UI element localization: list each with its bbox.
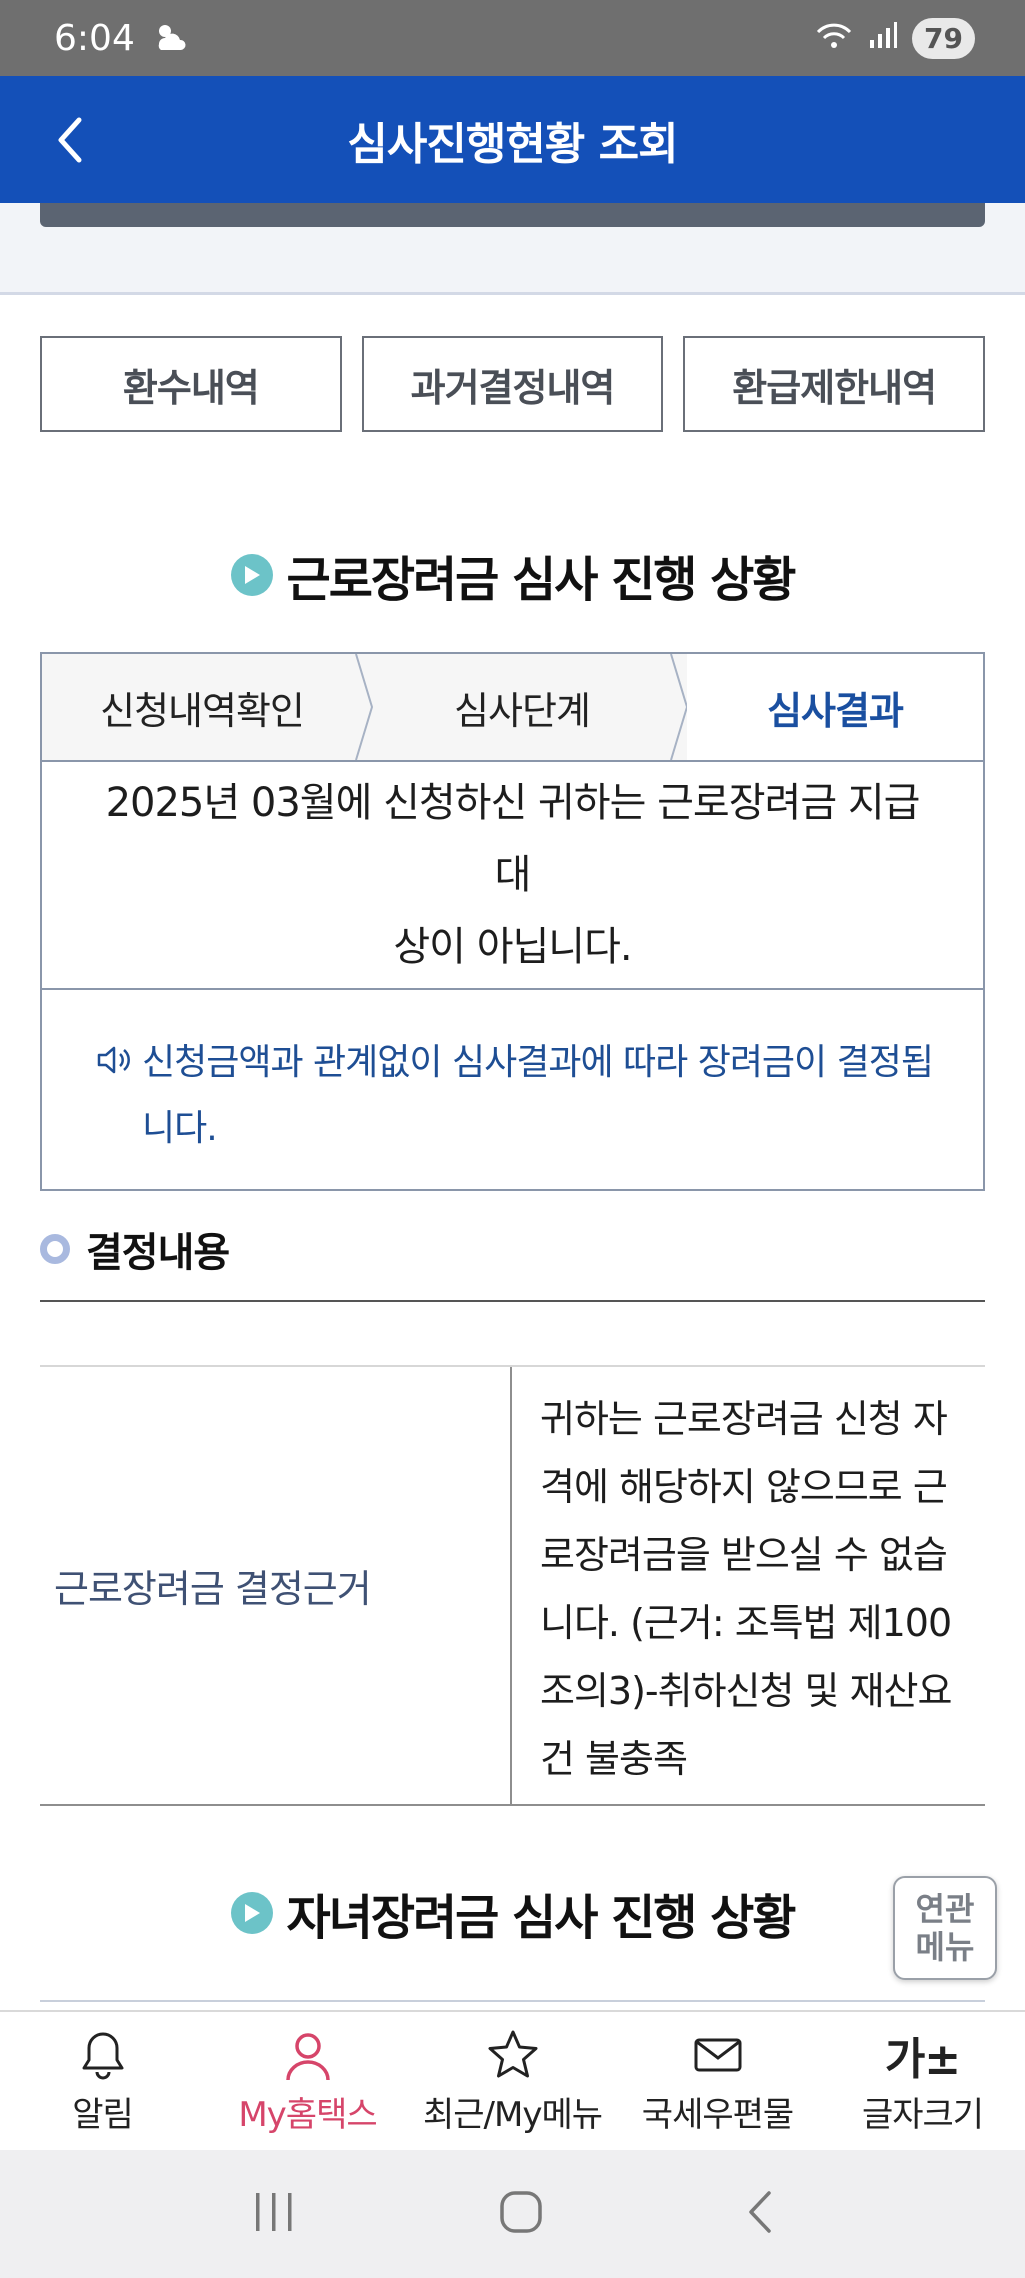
collapsed-panel (40, 203, 985, 227)
decision-basis-value: 귀하는 근로장려금 신청 자격에 해당하지 않으므로 근로장려금을 받으실 수 … (540, 1397, 952, 1781)
decision-basis-label: 근로장려금 결정근거 (40, 1367, 512, 1804)
play-circle-icon (230, 554, 273, 596)
step-review[interactable]: 심사단계 (372, 654, 672, 760)
play-circle-icon (230, 1892, 273, 1934)
notice-box: 신청금액과 관계없이 심사결과에 따라 장려금이 결정됩니다. (40, 988, 985, 1191)
signal-icon (868, 20, 898, 57)
nav-font-size[interactable]: 가± 글자크기 (820, 2012, 1025, 2150)
bottom-navigation: 알림 My홈택스 최근/My메뉴 국세우편물 가± 글자크기 (0, 2010, 1025, 2150)
refund-limit-button[interactable]: 환급제한내역 (683, 336, 986, 432)
divider (40, 1300, 985, 1302)
nav-tax-mail[interactable]: 국세우편물 (615, 2012, 820, 2150)
page-title: 심사진행현황 조회 (347, 118, 678, 170)
weather-icon (153, 18, 187, 59)
earned-section-title: 근로장려금 심사 진행 상황 (0, 542, 1025, 608)
app-header: 심사진행현황 조회 (0, 76, 1025, 203)
recovery-history-button[interactable]: 환수내역 (40, 336, 342, 432)
child-section-title: 자녀장려금 심사 진행 상황 (0, 1880, 1025, 1946)
step-application-check[interactable]: 신청내역확인 (42, 654, 362, 760)
wifi-icon (814, 20, 854, 57)
ring-bullet-icon (40, 1234, 70, 1264)
star-icon (486, 2027, 540, 2083)
font-size-icon: 가± (884, 2033, 961, 2085)
recent-apps-icon[interactable] (251, 2191, 297, 2237)
back-button[interactable] (40, 108, 100, 172)
related-menu-button[interactable]: 연관 메뉴 (893, 1876, 997, 1980)
history-buttons: 환수내역 과거결정내역 환급제한내역 (40, 336, 986, 432)
step-result[interactable]: 심사결과 (687, 654, 983, 760)
battery-indicator: 79 (912, 17, 975, 59)
back-nav-icon[interactable] (745, 2189, 775, 2239)
speaker-icon (96, 1030, 132, 1189)
system-navigation (0, 2150, 1025, 2278)
nav-my-hometax[interactable]: My홈택스 (205, 2012, 410, 2150)
notice-text: 신청금액과 관계없이 심사결과에 따라 장려금이 결정됩니다. (142, 1042, 934, 1149)
progress-steps: 신청내역확인 심사단계 심사결과 (40, 652, 985, 760)
decision-table: 근로장려금 결정근거 귀하는 근로장려금 신청 자격에 해당하지 않으므로 근로… (40, 1365, 985, 1806)
child-steps-peek (40, 2000, 985, 2010)
result-message: 2025년 03월에 신청하신 귀하는 근로장려금 지급대 상이 아닙니다. (40, 760, 985, 990)
nav-recent-menu[interactable]: 최근/My메뉴 (410, 2012, 615, 2150)
past-decision-button[interactable]: 과거결정내역 (361, 336, 664, 432)
chevron-left-icon (58, 117, 82, 163)
home-icon[interactable] (498, 2189, 544, 2239)
decision-heading: 결정내용 (40, 1218, 230, 1280)
mail-icon (693, 2027, 743, 2083)
nav-alerts[interactable]: 알림 (0, 2012, 205, 2150)
status-bar: 6:04 79 (0, 0, 1025, 76)
bell-icon (78, 2027, 128, 2083)
person-icon (283, 2027, 333, 2083)
status-time: 6:04 (54, 17, 135, 59)
